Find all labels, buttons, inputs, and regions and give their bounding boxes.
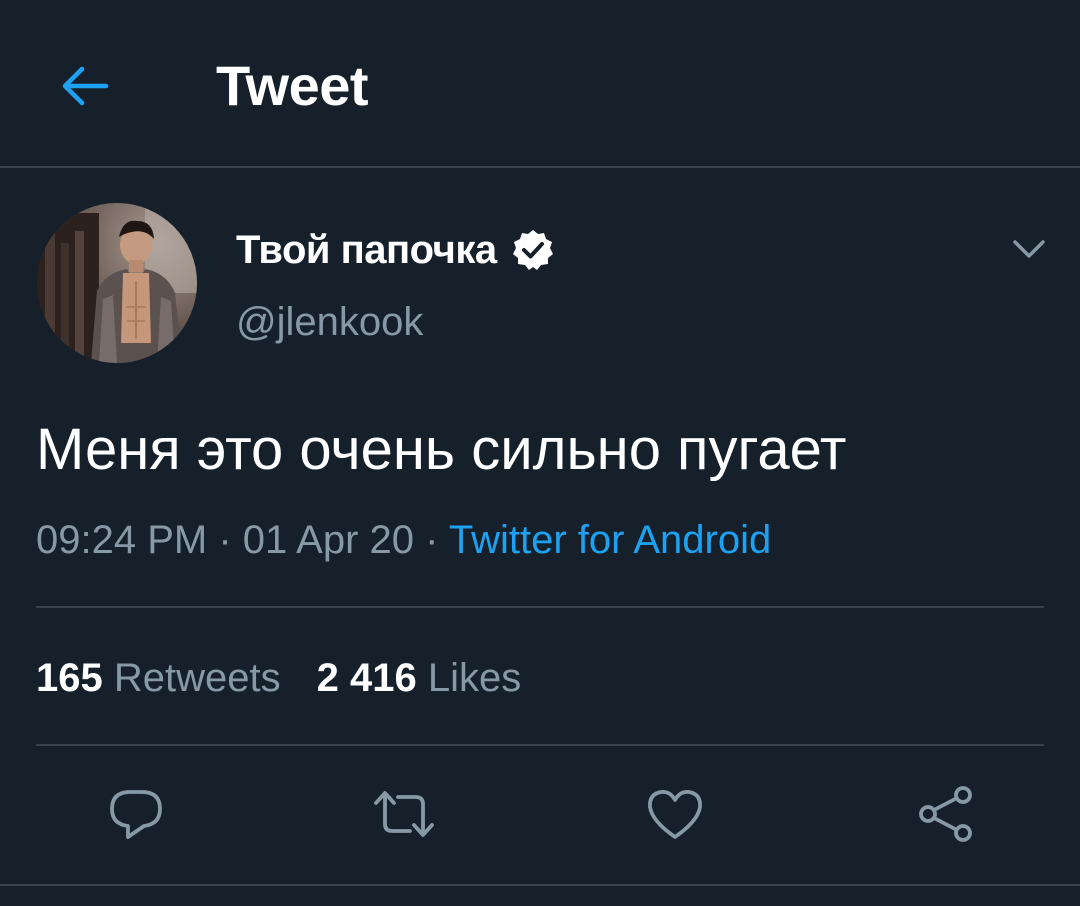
- divider: [36, 606, 1044, 608]
- retweets-label: Retweets: [113, 656, 281, 700]
- tweet-meta: 09:24 PM · 01 Apr 20 · Twitter for Andro…: [36, 512, 771, 568]
- tweet-date: 01 Apr 20: [242, 518, 415, 562]
- back-button[interactable]: [54, 56, 114, 116]
- top-bar: Tweet: [0, 0, 1080, 168]
- meta-separator: ·: [207, 518, 243, 562]
- avatar[interactable]: [37, 203, 197, 363]
- avatar-photo: [37, 203, 197, 363]
- reply-icon: [110, 790, 162, 839]
- tweet-stats: 165 Retweets 2 416 Likes: [36, 650, 521, 706]
- page-title: Tweet: [216, 54, 369, 117]
- like-button[interactable]: [643, 782, 707, 846]
- verified-badge-icon: [511, 228, 555, 272]
- likes-count: 2 416: [316, 656, 417, 700]
- display-name: Твой папочка: [236, 228, 497, 272]
- retweets-stat[interactable]: 165 Retweets: [36, 656, 281, 700]
- tweet-text: Меня это очень сильно пугает: [36, 417, 847, 482]
- more-options-button[interactable]: [1004, 224, 1054, 274]
- tweet-source-link[interactable]: Twitter for Android: [449, 518, 771, 562]
- share-icon: [919, 786, 972, 842]
- retweet-icon: [374, 791, 434, 837]
- divider: [36, 744, 1044, 746]
- tweet-time: 09:24 PM: [36, 518, 208, 562]
- chevron-down-icon: [1013, 240, 1045, 258]
- bottom-divider: [0, 884, 1080, 886]
- likes-label: Likes: [427, 656, 522, 700]
- retweets-count: 165: [36, 656, 103, 700]
- reply-button[interactable]: [104, 782, 168, 846]
- author-handle[interactable]: @jlenkook: [236, 296, 423, 348]
- author-name-row[interactable]: Твой папочка: [236, 224, 555, 276]
- like-icon: [648, 790, 702, 839]
- retweet-button[interactable]: [372, 782, 436, 846]
- back-arrow-icon: [62, 66, 109, 106]
- likes-stat[interactable]: 2 416 Likes: [317, 656, 522, 700]
- share-button[interactable]: [914, 782, 978, 846]
- meta-separator: ·: [414, 518, 449, 562]
